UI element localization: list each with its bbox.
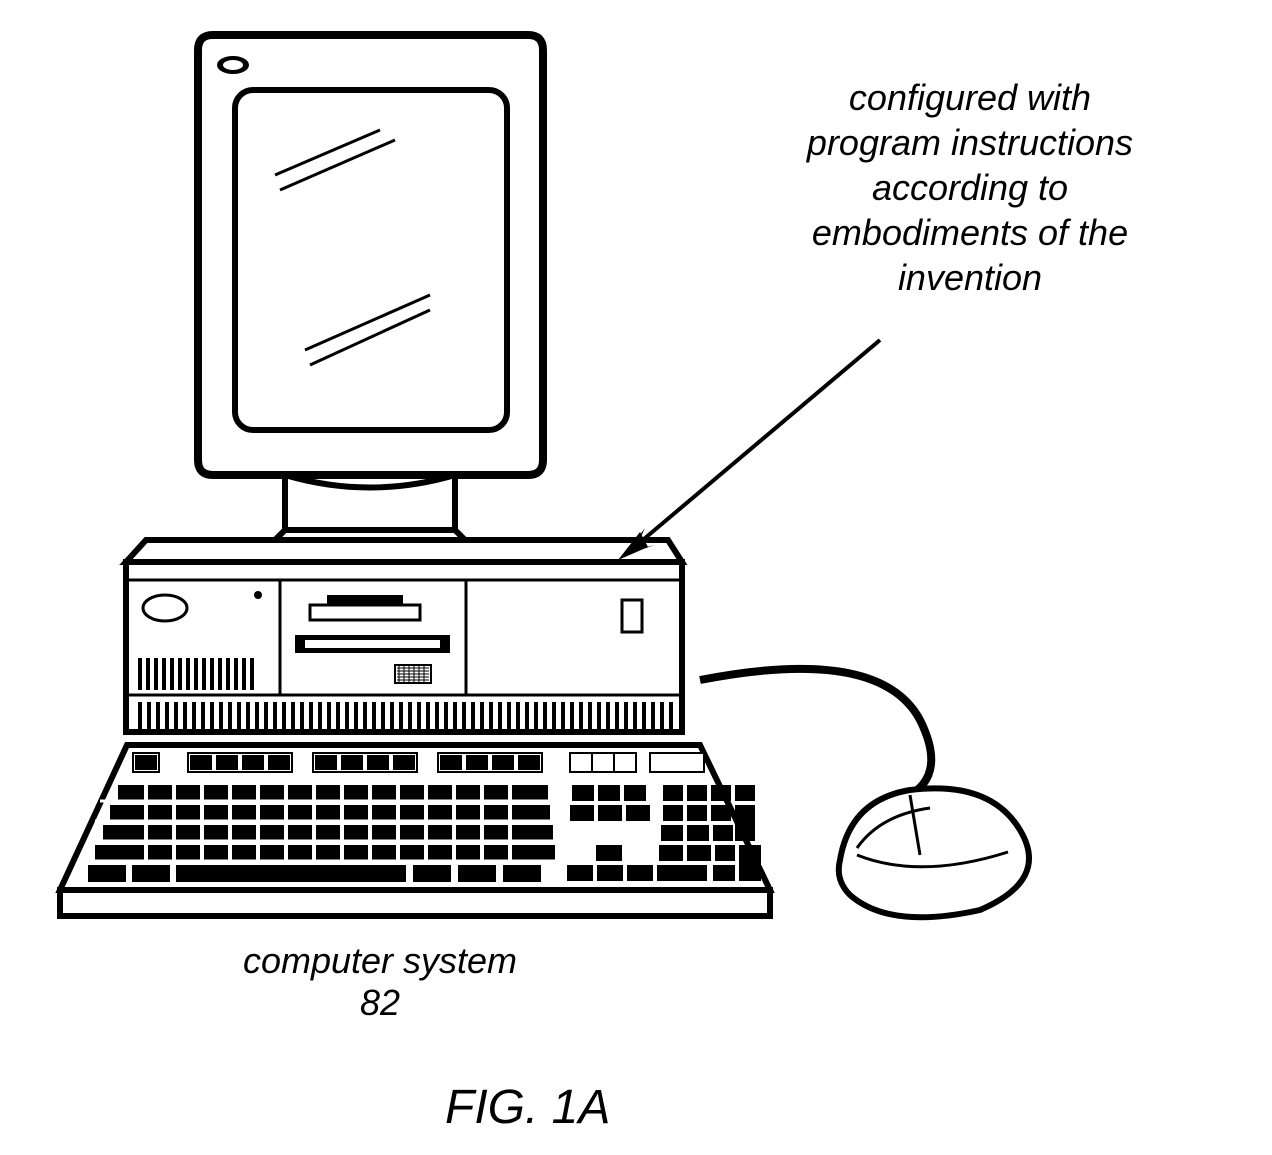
annotation-line-1: configured with bbox=[849, 77, 1091, 118]
annotation-line-2: program instructions bbox=[807, 122, 1133, 163]
mouse-icon bbox=[839, 788, 1029, 917]
mouse-cable bbox=[700, 669, 931, 800]
label-number: 82 bbox=[360, 982, 400, 1023]
desktop-tower-icon bbox=[126, 540, 682, 732]
figure-caption: FIG. 1A bbox=[445, 1080, 610, 1135]
computer-system-label: computer system 82 bbox=[230, 940, 530, 1024]
keyboard-icon bbox=[60, 745, 770, 916]
annotation-line-5: invention bbox=[898, 257, 1042, 298]
annotation-line-4: embodiments of the bbox=[812, 212, 1128, 253]
monitor-icon bbox=[198, 35, 543, 561]
arrow-annotation bbox=[618, 340, 880, 560]
annotation-configured: configured with program instructions acc… bbox=[760, 75, 1180, 300]
label-text: computer system bbox=[243, 940, 517, 981]
annotation-line-3: according to bbox=[872, 167, 1068, 208]
